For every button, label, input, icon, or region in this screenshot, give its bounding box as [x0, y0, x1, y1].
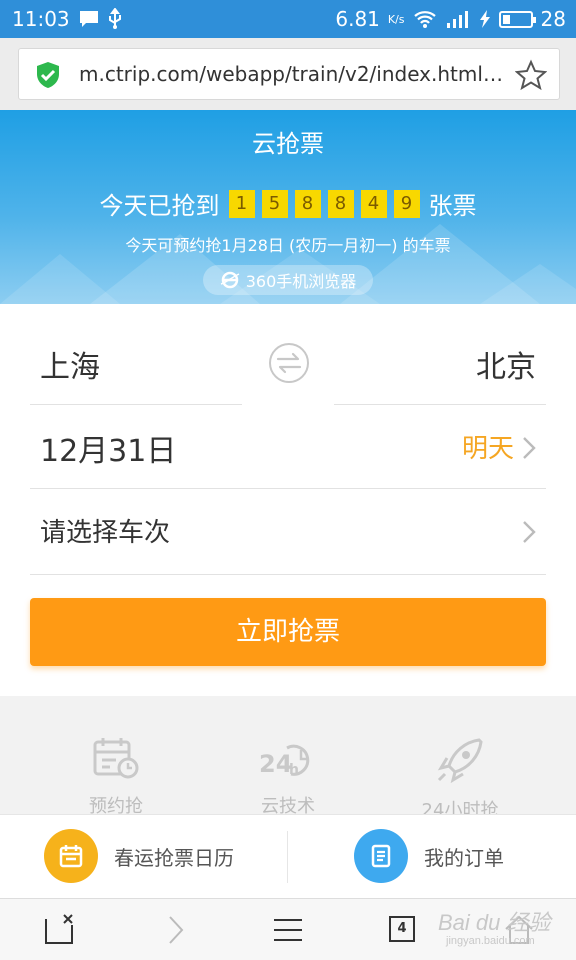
divider [30, 404, 242, 405]
quick-links-bar: 春运抢票日历 我的订单 [0, 814, 576, 898]
feature-label: 云技术 [261, 796, 315, 814]
to-city[interactable]: 北京 [476, 342, 536, 386]
grabbed-suffix: 张票 [428, 192, 477, 220]
feature-item: 预约抢 [36, 736, 196, 814]
wifi-icon [413, 11, 436, 28]
net-speed-unit: K/s [387, 12, 405, 26]
features-row: 预约抢 24 h 云技术 24小时抢 [0, 696, 576, 814]
url-field[interactable]: m.ctrip.com/webapp/train/v2/index.html?A… [18, 48, 560, 100]
browser-address-bar: m.ctrip.com/webapp/train/v2/index.html?A… [0, 38, 576, 110]
count-digit: 5 [261, 189, 288, 218]
grabbed-prefix: 今天已抢到 [99, 192, 220, 220]
grab-ticket-button[interactable]: 立即抢票 [30, 598, 546, 666]
chevron-right-icon[interactable] [522, 436, 536, 460]
count-digit: 9 [393, 189, 420, 218]
bookmark-star-icon[interactable] [515, 59, 547, 91]
grabbed-count-line: 今天已抢到 1 5 8 8 4 9 张票 [0, 186, 576, 221]
hero-banner: 云抢票 今天已抢到 1 5 8 8 4 9 张票 今天可预约抢1月28日 (农历… [0, 110, 576, 304]
rocket-icon [437, 738, 483, 784]
watermark-logo: Bai du 经验 [438, 910, 551, 935]
battery-level [502, 14, 510, 24]
feature-item: 24 h 云技术 [208, 736, 368, 814]
spring-festival-calendar-link[interactable]: 春运抢票日历 [44, 829, 234, 883]
status-time: 11:03 [12, 7, 70, 31]
security-shield-icon [37, 62, 59, 88]
quick-link-label: 我的订单 [424, 845, 504, 870]
browser-badge: 360手机浏览器 [203, 265, 373, 295]
presale-notice: 今天可预约抢1月28日 (农历一月初一) 的车票 [125, 236, 451, 255]
order-list-icon [354, 829, 408, 883]
tab-count-button[interactable]: 4 [389, 916, 415, 942]
feature-label: 预约抢 [89, 796, 143, 814]
ticket-form: 上海 北京 12月31日 明天 请选择车次 立即抢票 [0, 304, 576, 696]
from-city[interactable]: 上海 [40, 342, 100, 386]
swap-cities-icon[interactable] [268, 342, 310, 384]
forward-icon[interactable] [160, 913, 194, 947]
feature-item: 24小时抢 [380, 736, 540, 814]
24h-icon: 24 h [259, 744, 310, 778]
count-digit: 4 [360, 189, 387, 218]
date-relative-tag: 明天 [461, 434, 514, 464]
quick-link-label: 春运抢票日历 [114, 845, 234, 870]
page-title: 云抢票 [252, 130, 324, 158]
my-orders-link[interactable]: 我的订单 [354, 829, 504, 883]
divider [30, 488, 546, 489]
net-speed: 6.81 [335, 7, 380, 31]
status-bar: 11:03 6.81 K/s 28 [0, 0, 576, 38]
divider [30, 574, 546, 575]
close-page-icon[interactable] [42, 913, 76, 947]
menu-icon[interactable] [271, 913, 305, 947]
browser-nav-bar: 4 Bai du 经验 jingyan.baidu.com [0, 898, 576, 960]
watermark-url: jingyan.baidu.com [446, 935, 535, 947]
chevron-right-icon[interactable] [522, 520, 536, 544]
charging-icon [479, 10, 490, 28]
count-digit: 8 [327, 189, 354, 218]
divider [287, 831, 288, 883]
divider [334, 404, 546, 405]
battery-percent: 28 [540, 7, 566, 31]
usb-icon [108, 8, 121, 29]
browser-badge-label: 360手机浏览器 [245, 272, 357, 291]
message-icon [79, 11, 98, 27]
calendar-icon [44, 829, 98, 883]
url-text: m.ctrip.com/webapp/train/v2/index.html?A… [79, 62, 511, 86]
travel-date[interactable]: 12月31日 [40, 426, 176, 470]
browser-logo-icon [220, 271, 240, 289]
feature-label: 24小时抢 [421, 800, 499, 814]
signal-icon [446, 11, 468, 28]
count-digit: 1 [228, 189, 255, 218]
calendar-clock-icon [93, 738, 139, 779]
battery-icon [498, 10, 536, 28]
train-select[interactable]: 请选择车次 [40, 512, 170, 549]
svg-text:24: 24 [259, 750, 292, 778]
count-digit: 8 [294, 189, 321, 218]
